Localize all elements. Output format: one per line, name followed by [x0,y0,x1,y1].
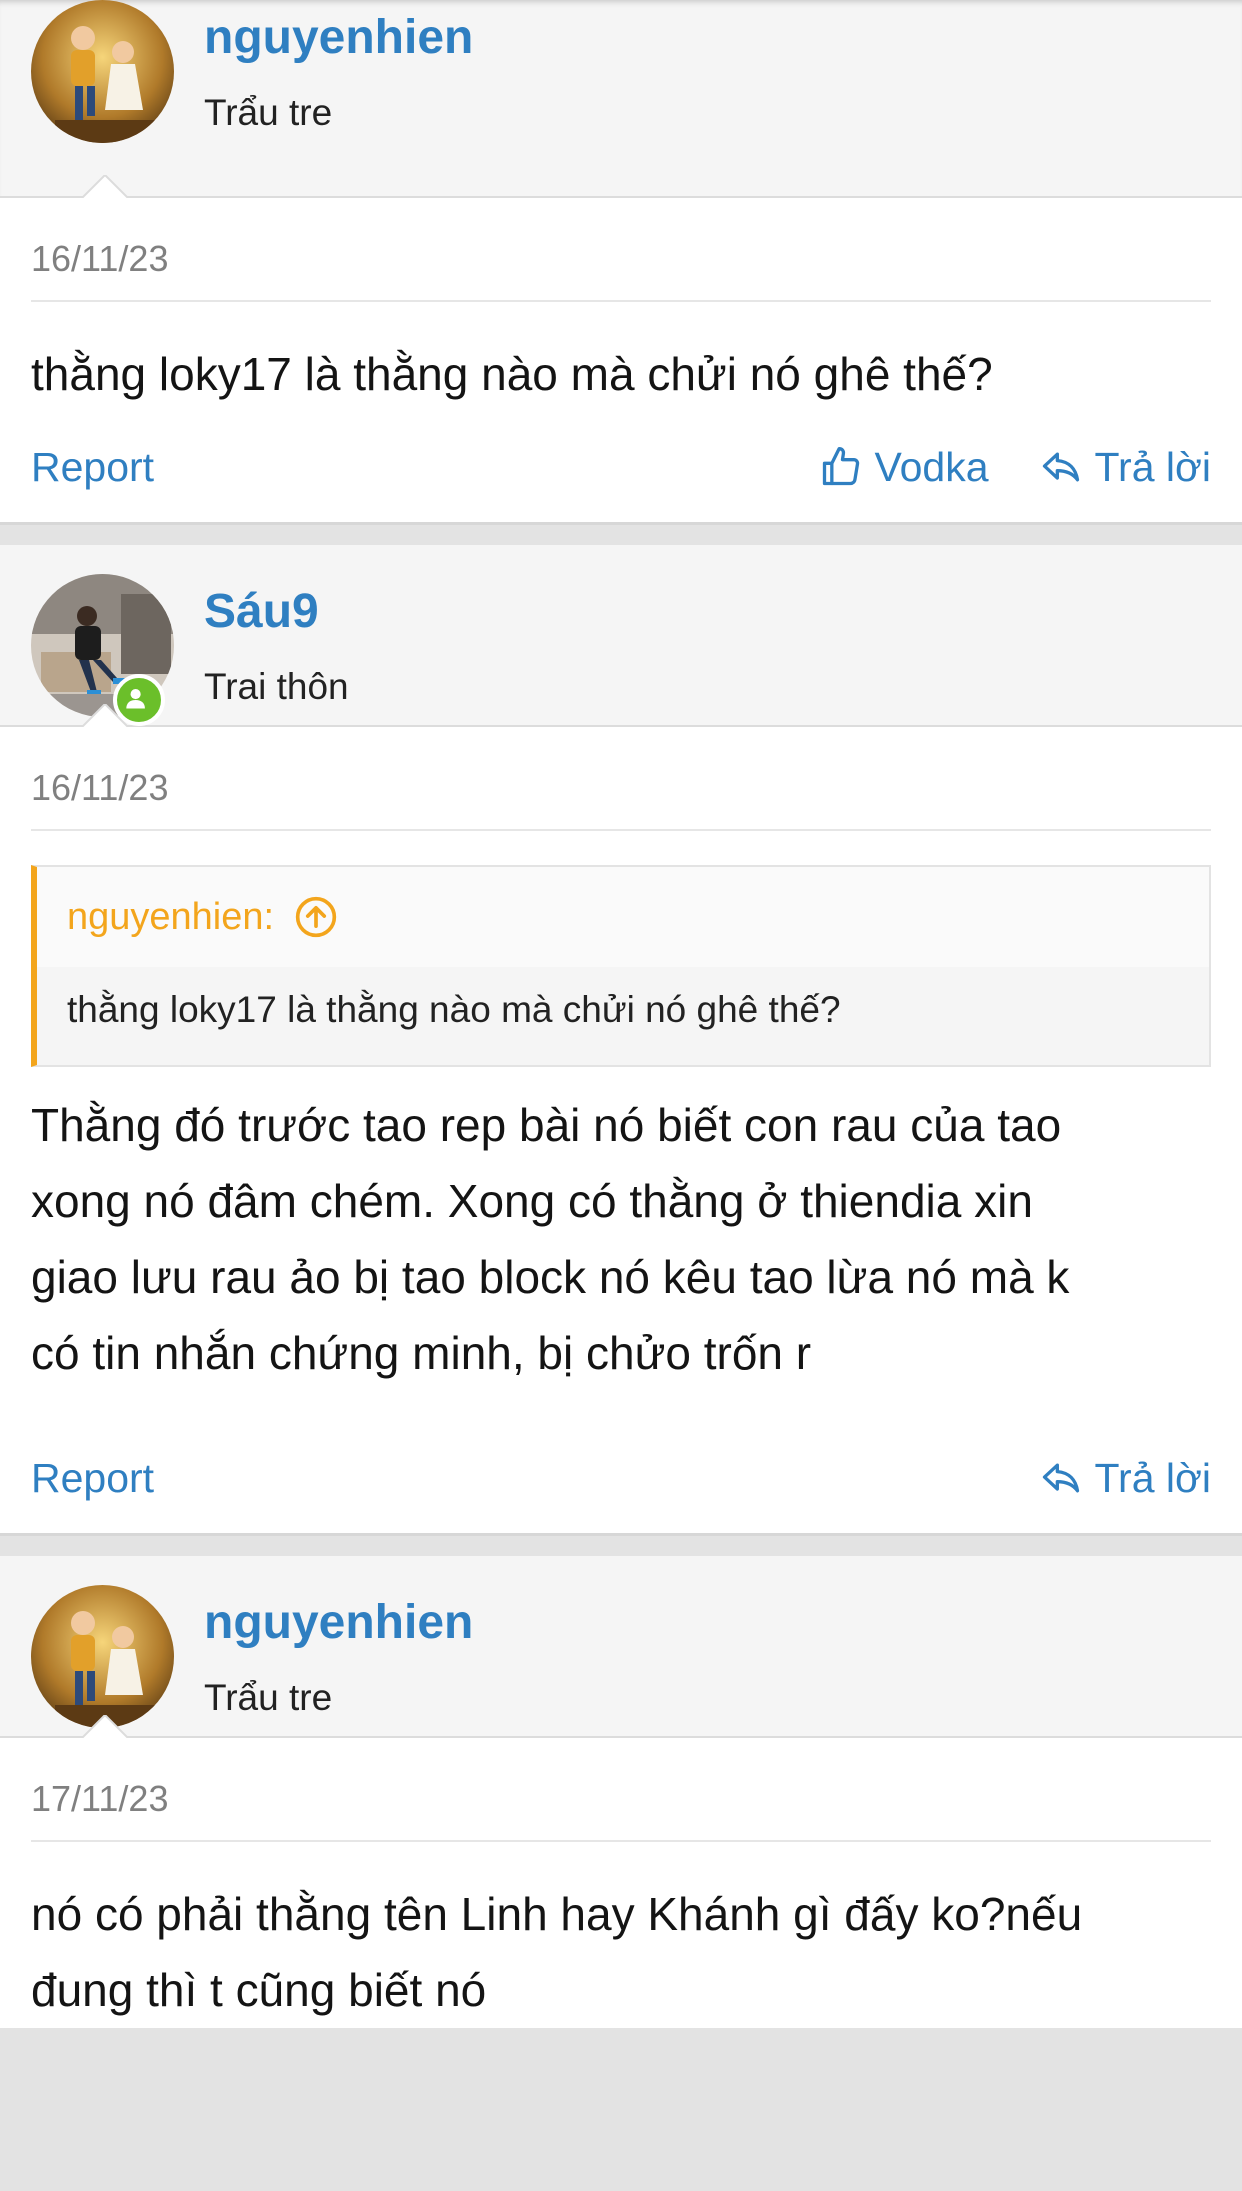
post-text-line: nó có phải thằng tên Linh hay Khánh gì đ… [31,1888,1083,1940]
reply-button[interactable]: Trả lời [1039,1455,1211,1502]
post-author-bar: nguyenhien Trẩu tre [0,0,1242,198]
caret-pointer [82,1715,128,1738]
report-label: Report [31,443,155,490]
caret-pointer [82,704,128,727]
caret-pointer [82,175,128,198]
quote-text: thằng loky17 là thằng nào mà chửi nó ghê… [67,989,841,1030]
thumbs-up-icon [819,445,863,489]
quote-block: nguyenhien: thằng loky17 là thằng nào mà… [31,865,1211,1067]
reply-icon [1039,1456,1083,1500]
like-button[interactable]: Vodka [819,444,989,491]
post: nguyenhien Trẩu tre 17/11/23 nó có phải … [0,1556,1242,2028]
quote-header[interactable]: nguyenhien: [37,867,1209,967]
post-author-bar: Sáu9 Trai thôn [0,545,1242,727]
arrow-up-circle-icon[interactable] [294,895,338,939]
report-button[interactable]: Report [31,444,154,491]
post: Sáu9 Trai thôn 16/11/23 nguyenhien: thằn… [0,545,1242,1536]
reply-icon [1039,445,1083,489]
post-date[interactable]: 17/11/23 [31,1738,1211,1842]
report-label: Report [31,1454,155,1501]
post-text-line: xong nó đâm chém. Xong có thằng ở thiend… [31,1175,1033,1227]
username[interactable]: Sáu9 [204,584,319,639]
post-text-line: đung thì t cũng biết nó [31,1964,487,2016]
post-date[interactable]: 16/11/23 [31,198,1211,302]
post-text-line: có tin nhắn chứng minh, bị chửo trốn r [31,1327,812,1379]
reply-label: Trả lời [1094,443,1211,490]
user-title: Trẩu tre [204,92,333,133]
avatar[interactable] [31,0,174,143]
username[interactable]: nguyenhien [204,10,473,65]
quote-author[interactable]: nguyenhien: [67,896,274,939]
reply-label: Trả lời [1094,1454,1211,1501]
post-text: Thằng đó trước tao rep bài nó biết con r… [31,1067,1211,1391]
post-author-bar: nguyenhien Trẩu tre [0,1556,1242,1738]
post-text: nó có phải thằng tên Linh hay Khánh gì đ… [31,1842,1211,2028]
user-title: Trẩu tre [204,1677,333,1718]
post-actions: Report Vodka Trả lời [31,412,1211,522]
avatar[interactable] [31,1585,174,1728]
post-text-line: giao lưu rau ảo bị tao block nó kêu tao … [31,1251,1070,1303]
post-text-line: Thằng đó trước tao rep bài nó biết con r… [31,1099,1062,1151]
username[interactable]: nguyenhien [204,1595,473,1650]
post-date[interactable]: 16/11/23 [31,727,1211,831]
post-text: thằng loky17 là thằng nào mà chửi nó ghê… [31,348,993,400]
report-button[interactable]: Report [31,1455,154,1502]
reply-button[interactable]: Trả lời [1039,444,1211,491]
user-title: Trai thôn [204,666,349,707]
post-actions: Report Trả lời [31,1423,1211,1533]
like-label: Vodka [874,443,989,490]
post: nguyenhien Trẩu tre 16/11/23 thằng loky1… [0,0,1242,525]
